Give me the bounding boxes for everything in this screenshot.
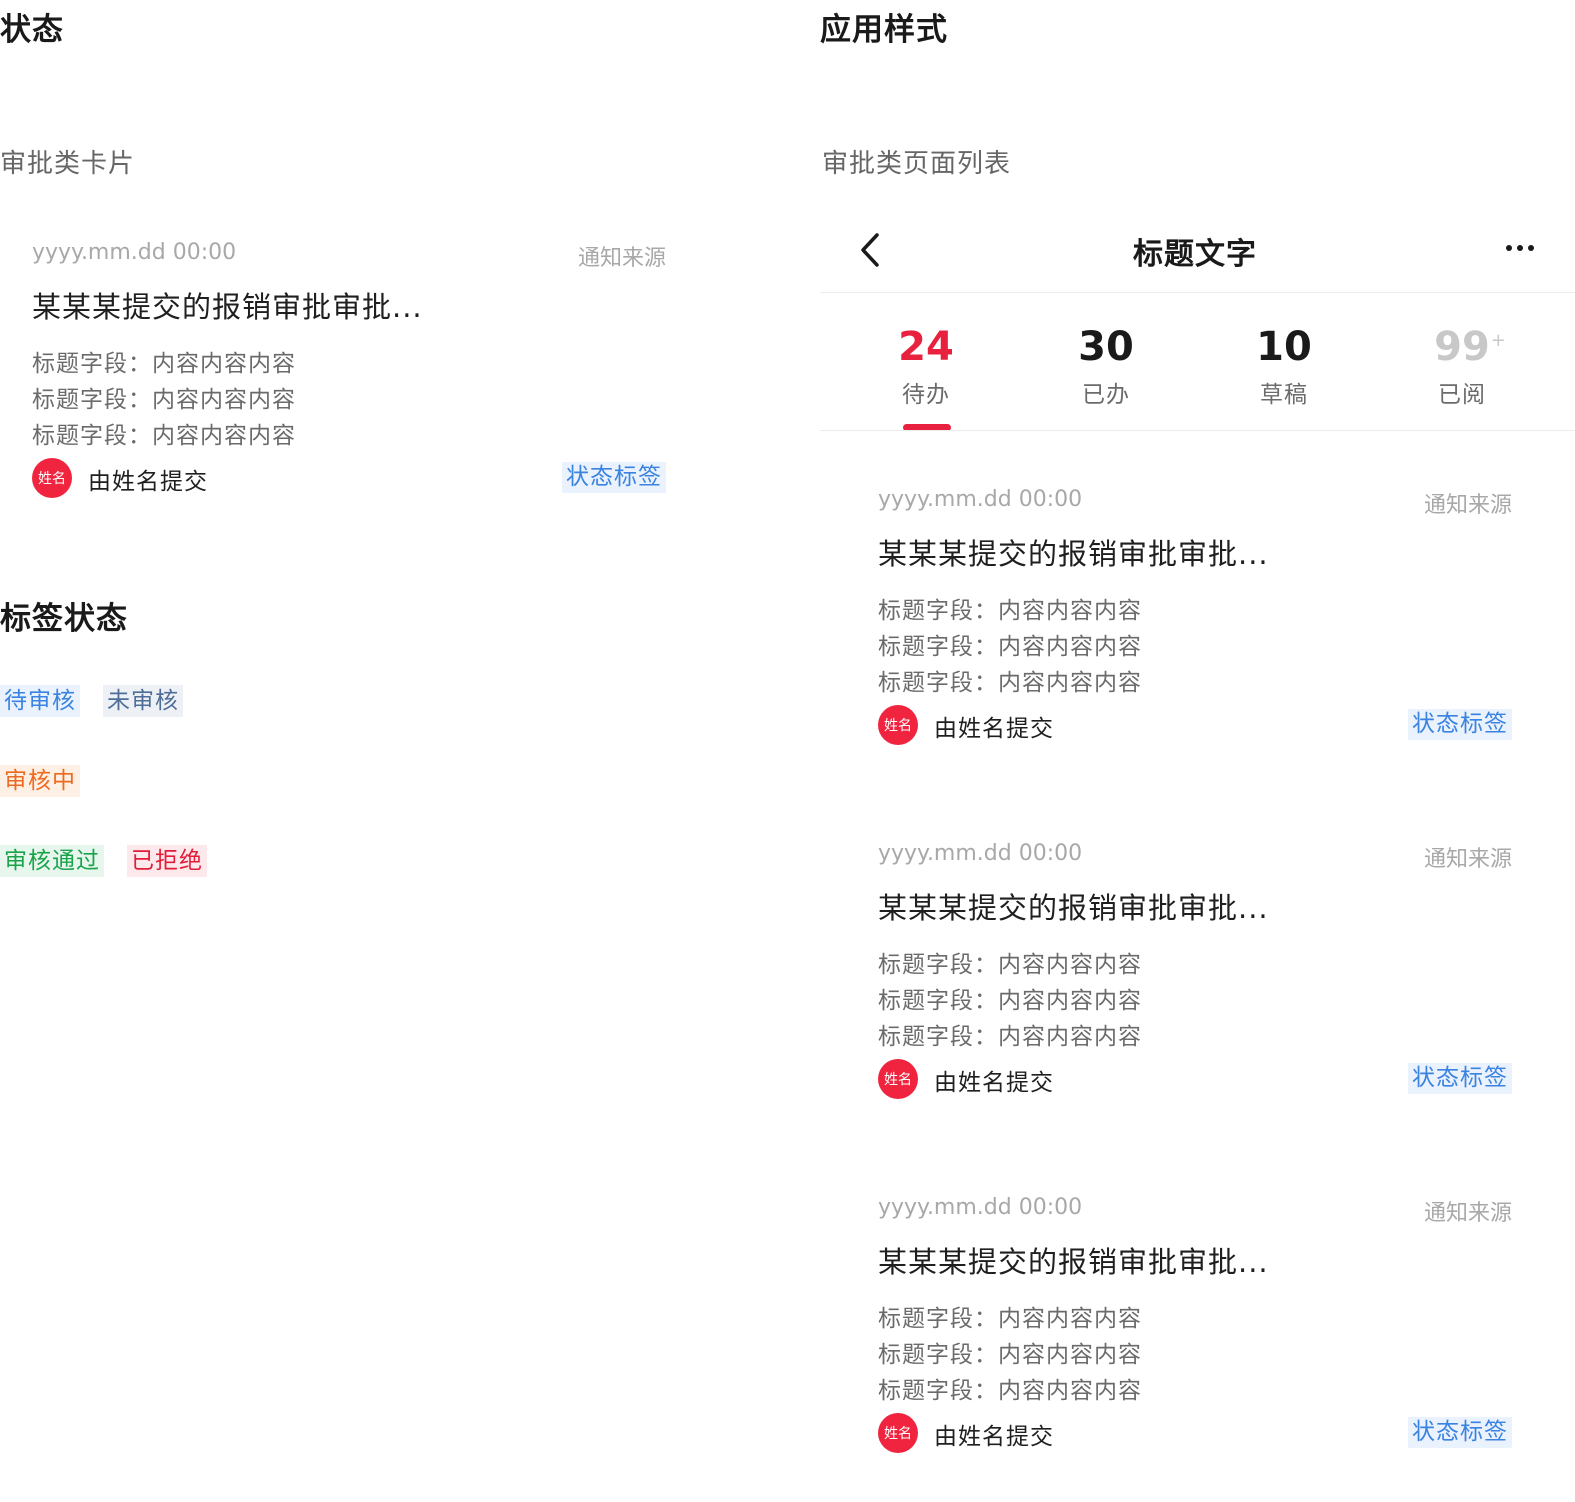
tab-read-plus: + <box>1490 330 1506 351</box>
avatar: 姓名 <box>32 458 72 498</box>
tab-read[interactable]: 99 + 已阅 <box>1402 325 1522 409</box>
status-badge: 状态标签 <box>1408 709 1512 740</box>
list-item[interactable]: yyyy.mm.dd 00:00 通知来源 某某某提交的报销审批审批... 标题… <box>878 841 1512 1111</box>
back-arrow-icon[interactable] <box>858 232 882 268</box>
tab-read-label: 已阅 <box>1438 382 1486 408</box>
card-subtitle: 审批类卡片 <box>0 149 136 179</box>
card-field: 标题字段：内容内容内容 <box>878 952 1142 978</box>
card-submitter: 由姓名提交 <box>88 469 208 495</box>
tab-draft-count: 10 <box>1256 324 1312 370</box>
tab-done[interactable]: 30 已办 <box>1046 325 1166 409</box>
tab-done-count: 30 <box>1078 324 1134 370</box>
card-field: 标题字段：内容内容内容 <box>878 1024 1142 1050</box>
card-field: 标题字段：内容内容内容 <box>878 1378 1142 1404</box>
card-field: 标题字段：内容内容内容 <box>878 670 1142 696</box>
section-title-app-style: 应用样式 <box>820 12 948 48</box>
card-title: 某某某提交的报销审批审批... <box>878 1245 1269 1279</box>
card-time: yyyy.mm.dd 00:00 <box>32 240 237 265</box>
card-time: yyyy.mm.dd 00:00 <box>878 487 1083 512</box>
status-badge: 状态标签 <box>562 462 666 493</box>
card-source: 通知来源 <box>577 246 666 271</box>
card-field: 标题字段：内容内容内容 <box>32 387 296 413</box>
approval-card[interactable]: yyyy.mm.dd 00:00 通知来源 某某某提交的报销审批审批... 标题… <box>32 240 666 510</box>
section-title-status: 状态 <box>0 12 64 48</box>
card-field: 标题字段：内容内容内容 <box>878 988 1142 1014</box>
card-source: 通知来源 <box>1423 1201 1512 1226</box>
card-submitter: 由姓名提交 <box>934 1070 1054 1096</box>
tab-todo-count: 24 <box>898 324 954 370</box>
list-item[interactable]: yyyy.mm.dd 00:00 通知来源 某某某提交的报销审批审批... 标题… <box>878 487 1512 757</box>
card-field: 标题字段：内容内容内容 <box>878 1342 1142 1368</box>
card-field: 标题字段：内容内容内容 <box>32 351 296 377</box>
tag-unreviewed: 未审核 <box>103 685 183 717</box>
nav-divider <box>820 292 1575 293</box>
tab-draft[interactable]: 10 草稿 <box>1224 325 1344 409</box>
tag-approved: 审核通过 <box>0 845 104 877</box>
card-field: 标题字段：内容内容内容 <box>32 423 296 449</box>
tab-draft-label: 草稿 <box>1260 382 1308 408</box>
list-subtitle: 审批类页面列表 <box>822 149 1012 179</box>
card-field: 标题字段：内容内容内容 <box>878 598 1142 624</box>
card-field: 标题字段：内容内容内容 <box>878 1306 1142 1332</box>
status-badge: 状态标签 <box>1408 1063 1512 1094</box>
tab-todo[interactable]: 24 待办 <box>866 325 986 409</box>
tabs-divider <box>820 430 1575 431</box>
card-title: 某某某提交的报销审批审批... <box>878 891 1269 925</box>
card-submitter: 由姓名提交 <box>934 716 1054 742</box>
tab-todo-label: 待办 <box>902 382 950 408</box>
card-title: 某某某提交的报销审批审批... <box>32 290 423 324</box>
card-title: 某某某提交的报销审批审批... <box>878 537 1269 571</box>
more-icon[interactable] <box>1506 245 1534 253</box>
tab-done-label: 已办 <box>1082 382 1130 408</box>
tab-read-count: 99 <box>1434 324 1490 370</box>
list-item[interactable]: yyyy.mm.dd 00:00 通知来源 某某某提交的报销审批审批... 标题… <box>878 1195 1512 1465</box>
nav-title: 标题文字 <box>1133 237 1257 272</box>
section-title-tag-status: 标签状态 <box>0 601 128 637</box>
tag-rejected: 已拒绝 <box>127 845 207 877</box>
avatar: 姓名 <box>878 1413 918 1453</box>
card-time: yyyy.mm.dd 00:00 <box>878 841 1083 866</box>
card-time: yyyy.mm.dd 00:00 <box>878 1195 1083 1220</box>
avatar: 姓名 <box>878 1059 918 1099</box>
card-submitter: 由姓名提交 <box>934 1424 1054 1450</box>
tag-in-review: 审核中 <box>0 765 80 797</box>
card-source: 通知来源 <box>1423 847 1512 872</box>
avatar: 姓名 <box>878 705 918 745</box>
tag-pending: 待审核 <box>0 685 80 717</box>
card-source: 通知来源 <box>1423 493 1512 518</box>
card-field: 标题字段：内容内容内容 <box>878 634 1142 660</box>
status-badge: 状态标签 <box>1408 1417 1512 1448</box>
